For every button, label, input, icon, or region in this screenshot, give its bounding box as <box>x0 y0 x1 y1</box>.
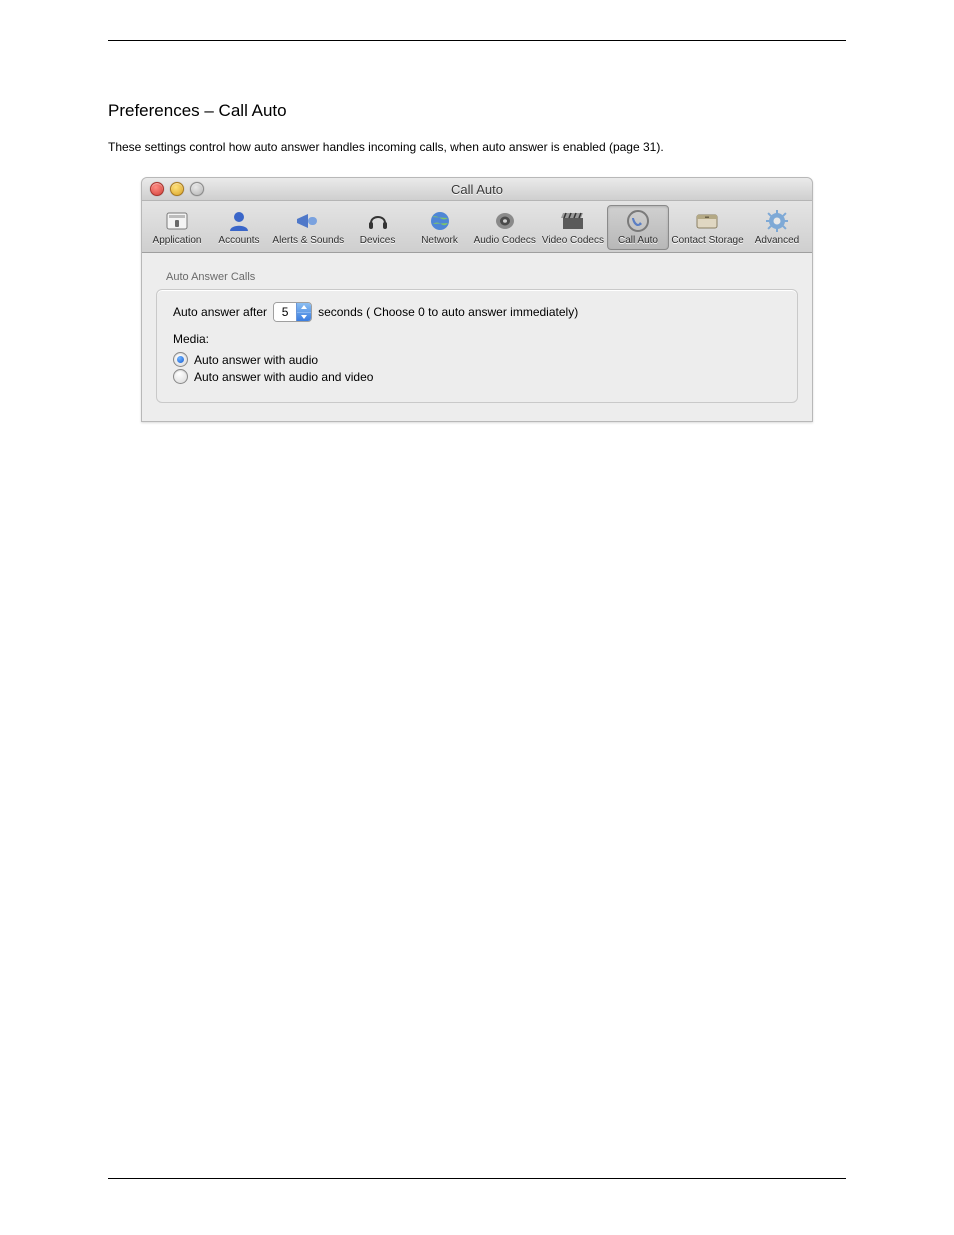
tab-network[interactable]: Network <box>409 205 471 250</box>
speaker-icon <box>489 208 521 234</box>
headset-icon <box>362 208 394 234</box>
stepper-down-button[interactable] <box>297 313 311 322</box>
auto-answer-delay-row: Auto answer after 5 seconds ( Choose 0 t… <box>173 302 781 322</box>
tab-devices[interactable]: Devices <box>347 205 409 250</box>
tab-label: Audio Codecs <box>474 235 536 246</box>
accounts-icon <box>223 208 255 234</box>
tab-video-codecs[interactable]: Video Codecs <box>539 205 607 250</box>
clapperboard-icon <box>557 208 589 234</box>
tab-label: Alerts & Sounds <box>272 235 344 246</box>
radio-label: Auto answer with audio <box>194 353 318 367</box>
megaphone-icon <box>292 208 324 234</box>
tab-label: Advanced <box>755 235 799 246</box>
tab-label: Video Codecs <box>542 235 604 246</box>
tab-label: Network <box>421 235 458 246</box>
preferences-window: Call Auto Application <box>141 177 813 422</box>
tab-alerts-sounds[interactable]: Alerts & Sounds <box>270 205 347 250</box>
radio-audio-video[interactable]: Auto answer with audio and video <box>173 369 781 384</box>
zoom-window-button[interactable] <box>190 182 204 196</box>
auto-answer-group: Auto answer after 5 seconds ( Choose 0 t… <box>156 289 798 403</box>
window-titlebar: Call Auto <box>142 178 812 201</box>
tab-advanced[interactable]: Advanced <box>746 205 808 250</box>
group-heading: Auto Answer Calls <box>166 271 798 283</box>
radio-label: Auto answer with audio and video <box>194 370 373 384</box>
radio-audio-only[interactable]: Auto answer with audio <box>173 352 781 367</box>
delay-stepper[interactable]: 5 <box>273 302 312 322</box>
delay-value: 5 <box>274 303 296 321</box>
tab-label: Accounts <box>218 235 259 246</box>
close-window-button[interactable] <box>150 182 164 196</box>
tab-application[interactable]: Application <box>146 205 208 250</box>
tab-label: Call Auto <box>618 235 658 246</box>
storage-icon <box>691 208 723 234</box>
intro-paragraph: These settings control how auto answer h… <box>108 139 846 155</box>
tab-contact-storage[interactable]: Contact Storage <box>669 205 746 250</box>
radio-button-icon <box>173 352 188 367</box>
tab-label: Application <box>153 235 202 246</box>
radio-button-icon <box>173 369 188 384</box>
globe-icon <box>424 208 456 234</box>
application-icon <box>161 208 193 234</box>
panel-content: Auto Answer Calls Auto answer after 5 se… <box>142 253 812 421</box>
preferences-toolbar: Application Accounts A <box>142 201 812 253</box>
section-heading: Preferences – Call Auto <box>108 101 846 121</box>
auto-answer-suffix: seconds ( Choose 0 to auto answer immedi… <box>318 305 578 319</box>
auto-answer-prefix: Auto answer after <box>173 305 267 319</box>
window-title: Call Auto <box>142 182 812 197</box>
tab-accounts[interactable]: Accounts <box>208 205 270 250</box>
auto-answer-icon <box>622 208 654 234</box>
tab-audio-codecs[interactable]: Audio Codecs <box>471 205 539 250</box>
tab-label: Contact Storage <box>671 235 743 246</box>
tab-label: Devices <box>360 235 396 246</box>
minimize-window-button[interactable] <box>170 182 184 196</box>
media-heading: Media: <box>173 332 781 346</box>
tab-call-auto[interactable]: Call Auto <box>607 205 669 250</box>
gear-icon <box>761 208 793 234</box>
stepper-up-button[interactable] <box>297 303 311 313</box>
